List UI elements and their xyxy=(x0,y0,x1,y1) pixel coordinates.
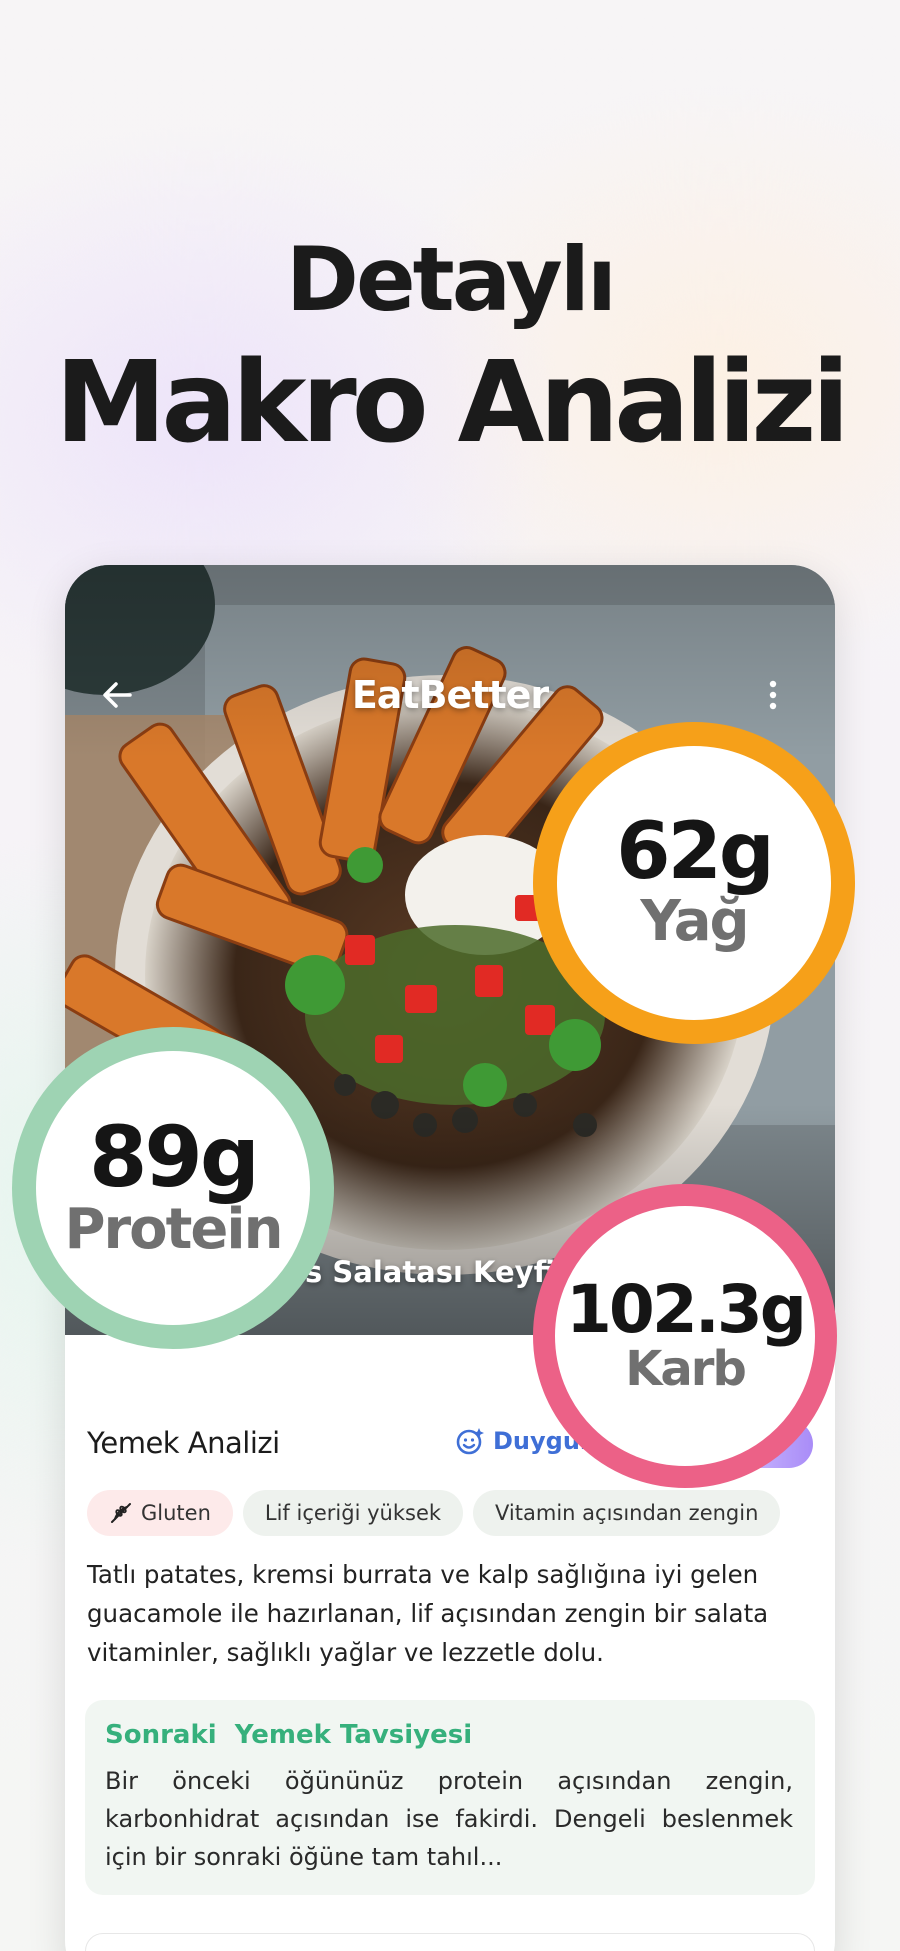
smile-sparkle-icon xyxy=(456,1428,484,1455)
carb-macro-bubble: 102.3g Karb xyxy=(533,1184,837,1488)
more-vertical-icon xyxy=(769,680,777,710)
protein-macro-bubble: 89g Protein xyxy=(12,1027,334,1349)
more-options-button[interactable] xyxy=(761,673,785,717)
next-section-card xyxy=(85,1933,815,1951)
headline-line-2: Makro Analizi xyxy=(54,338,850,468)
chip-fiber-label: Lif içeriği yüksek xyxy=(264,1501,442,1525)
no-gluten-icon xyxy=(111,1503,131,1523)
recommendation-title: Sonraki Yemek Tavsiyesi xyxy=(105,1720,473,1750)
recommendation-card[interactable]: Sonraki Yemek Tavsiyesi Bir önceki öğünü… xyxy=(85,1700,815,1895)
chip-vitamin[interactable]: Vitamin açısından zengin xyxy=(473,1490,781,1536)
analysis-title: Yemek Analizi xyxy=(87,1426,280,1460)
chip-fiber[interactable]: Lif içeriği yüksek xyxy=(242,1490,464,1536)
food-title: s Salatası Keyfi xyxy=(305,1255,556,1289)
app-brand: EatBetter xyxy=(351,673,549,717)
fat-label: Yağ xyxy=(640,889,749,955)
carb-label: Karb xyxy=(625,1340,747,1397)
app-topbar: EatBetter xyxy=(65,665,835,725)
carb-value: 102.3g xyxy=(565,1270,807,1348)
headline-line-1: Detaylı xyxy=(285,228,617,331)
chip-vitamin-label: Vitamin açısından zengin xyxy=(495,1501,759,1525)
chip-gluten[interactable]: Gluten xyxy=(87,1490,233,1536)
tag-chips: Gluten Lif içeriği yüksek Vitamin açısın… xyxy=(87,1490,781,1536)
meal-description: Tatlı patates, kremsi burrata ve kalp sa… xyxy=(87,1560,769,1667)
chip-gluten-label: Gluten xyxy=(141,1501,211,1525)
protein-label: Protein xyxy=(64,1197,284,1263)
fat-macro-bubble: 62g Yağ xyxy=(533,722,855,1044)
protein-value: 89g xyxy=(88,1108,260,1207)
fat-value: 62g xyxy=(616,807,774,898)
recommendation-text: Bir önceki öğününüz protein açısından ze… xyxy=(105,1767,793,1871)
